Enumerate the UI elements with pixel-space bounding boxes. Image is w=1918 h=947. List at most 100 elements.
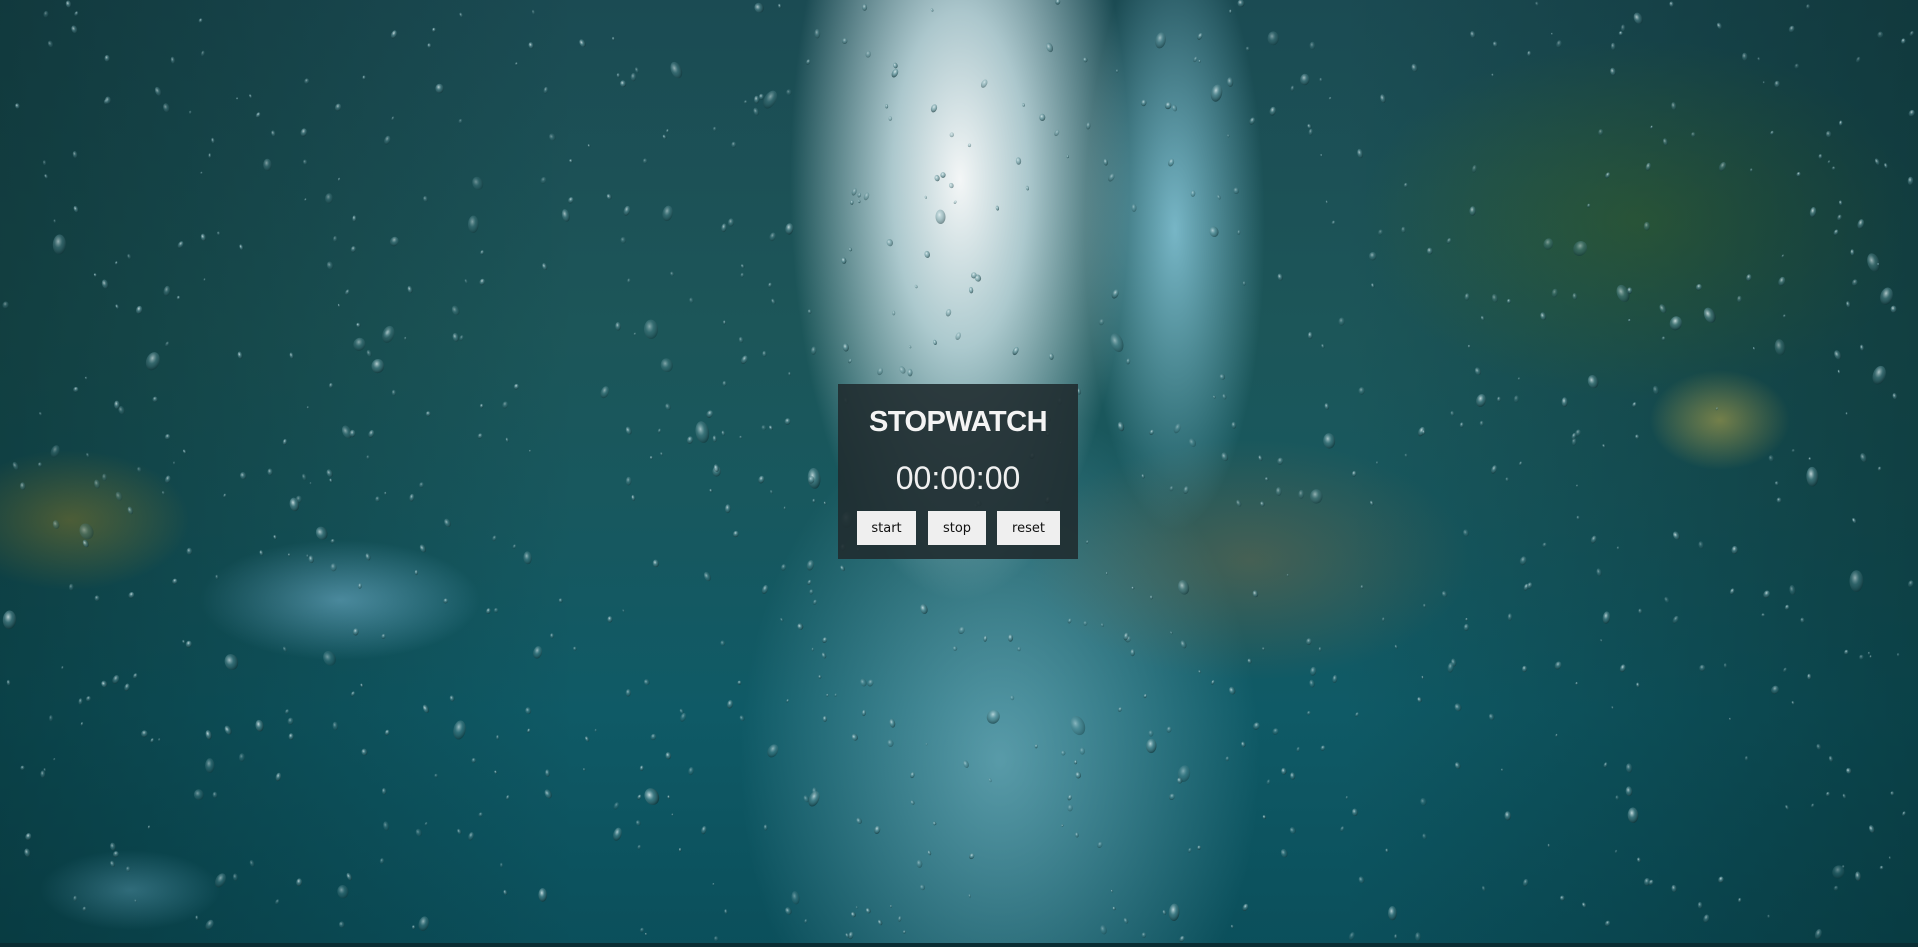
raindrop <box>102 473 107 481</box>
raindrop <box>53 219 57 223</box>
raindrop <box>1604 920 1610 927</box>
raindrop <box>1325 200 1329 204</box>
raindrop <box>952 646 958 651</box>
raindrop <box>1103 158 1108 166</box>
raindrop <box>842 343 849 352</box>
reset-button[interactable]: reset <box>997 511 1060 545</box>
raindrop <box>486 608 491 615</box>
raindrop <box>1600 639 1603 642</box>
raindrop <box>356 322 361 328</box>
raindrop <box>164 434 170 440</box>
raindrop <box>652 559 659 568</box>
raindrop <box>1083 57 1088 63</box>
raindrop <box>1155 32 1166 49</box>
raindrop <box>1907 176 1914 186</box>
raindrop <box>282 646 288 652</box>
raindrop <box>1632 402 1637 408</box>
raindrop <box>1771 685 1779 695</box>
raindrop <box>1877 31 1884 39</box>
raindrop <box>391 116 395 121</box>
raindrop <box>600 386 610 399</box>
raindrop <box>1098 318 1105 326</box>
raindrop <box>1463 623 1469 631</box>
raindrop <box>1262 647 1265 651</box>
raindrop <box>1097 841 1103 848</box>
raindrop <box>712 435 717 443</box>
raindrop <box>1209 226 1219 238</box>
raindrop <box>19 482 26 491</box>
raindrop <box>1252 722 1260 730</box>
raindrop <box>1171 104 1178 112</box>
raindrop <box>514 62 518 66</box>
raindrop <box>1100 623 1104 627</box>
raindrop <box>458 118 463 124</box>
raindrop <box>1892 393 1898 400</box>
raindrop <box>188 110 192 115</box>
raindrop <box>1543 238 1554 250</box>
raindrop <box>1126 358 1131 365</box>
raindrop <box>649 456 653 460</box>
raindrop <box>337 303 341 308</box>
stop-button[interactable]: stop <box>928 511 986 545</box>
raindrop <box>1141 473 1145 479</box>
raindrop <box>1262 815 1266 819</box>
raindrop <box>980 79 988 88</box>
raindrop <box>763 90 778 109</box>
raindrop <box>688 767 694 776</box>
raindrop <box>1723 663 1728 669</box>
raindrop <box>1140 99 1147 107</box>
raindrop <box>344 289 350 296</box>
raindrop <box>1012 346 1019 356</box>
raindrop <box>1517 377 1521 381</box>
raindrop <box>761 584 768 595</box>
raindrop <box>665 403 671 410</box>
raindrop <box>1573 241 1588 256</box>
raindrop <box>861 709 866 717</box>
raindrop <box>352 628 359 636</box>
raindrop <box>1180 640 1187 649</box>
raindrop <box>152 396 158 403</box>
raindrop <box>288 733 294 740</box>
raindrop <box>371 359 385 374</box>
raindrop <box>383 821 390 831</box>
raindrop <box>1377 229 1383 236</box>
raindrop <box>1664 596 1670 603</box>
raindrop <box>84 376 88 380</box>
raindrop <box>1123 917 1129 924</box>
raindrop <box>384 491 387 495</box>
raindrop <box>841 257 847 264</box>
raindrop <box>1896 653 1900 657</box>
raindrop <box>1643 221 1650 231</box>
raindrop <box>637 794 642 800</box>
raindrop <box>523 551 532 565</box>
raindrop <box>334 103 342 112</box>
raindrop <box>20 765 25 771</box>
raindrop <box>415 828 422 837</box>
raindrop <box>1290 772 1296 780</box>
raindrop <box>620 236 627 244</box>
raindrop <box>865 907 871 914</box>
raindrop <box>1197 845 1201 850</box>
raindrop <box>644 932 648 936</box>
raindrop <box>330 563 337 572</box>
raindrop <box>366 349 372 357</box>
raindrop <box>1837 214 1842 221</box>
raindrop <box>1661 336 1666 341</box>
raindrop <box>1426 247 1433 255</box>
raindrop <box>1321 343 1325 349</box>
raindrop <box>543 86 548 94</box>
raindrop <box>39 411 43 416</box>
raindrop <box>73 386 79 393</box>
raindrop <box>464 278 469 284</box>
raindrop <box>249 94 253 99</box>
raindrop <box>284 709 289 715</box>
raindrop <box>1635 434 1640 439</box>
raindrop <box>1699 664 1706 672</box>
raindrop <box>182 639 186 644</box>
raindrop <box>1796 171 1801 177</box>
raindrop <box>25 833 32 841</box>
raindrop <box>758 93 764 100</box>
raindrop <box>224 654 239 670</box>
start-button[interactable]: start <box>857 511 916 545</box>
raindrop <box>1233 187 1240 194</box>
